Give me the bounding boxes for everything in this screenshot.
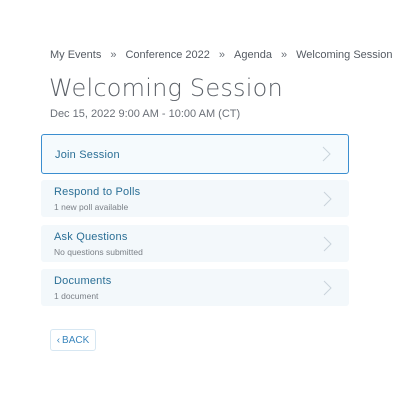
session-datetime: Dec 15, 2022 9:00 AM - 10:00 AM (CT) <box>50 108 241 120</box>
chevron-right-icon <box>323 236 332 251</box>
join-session-button[interactable]: Join Session <box>41 134 349 174</box>
chevron-right-icon <box>323 280 332 295</box>
back-label: BACK <box>62 334 90 346</box>
documents-count: 1 document <box>54 291 99 301</box>
ask-questions-label: Ask Questions <box>54 231 128 243</box>
breadcrumb-current: Welcoming Session <box>296 49 393 61</box>
breadcrumb: My Events » Conference 2022 » Agenda » W… <box>50 49 392 61</box>
join-session-label: Join Session <box>55 149 120 161</box>
chevron-right-icon <box>323 191 332 206</box>
breadcrumb-conference[interactable]: Conference 2022 <box>125 49 209 61</box>
respond-to-polls-label: Respond to Polls <box>54 186 141 198</box>
breadcrumb-separator: » <box>280 49 288 61</box>
questions-status: No questions submitted <box>54 247 143 257</box>
breadcrumb-my-events[interactable]: My Events <box>50 49 101 61</box>
back-button[interactable]: ‹ BACK <box>50 329 96 351</box>
breadcrumb-agenda[interactable]: Agenda <box>234 49 272 61</box>
polls-status: 1 new poll available <box>54 202 129 212</box>
breadcrumb-separator: » <box>110 49 117 61</box>
documents-button[interactable]: Documents 1 document <box>41 269 349 306</box>
page-title: Welcoming Session <box>49 74 283 102</box>
respond-to-polls-button[interactable]: Respond to Polls 1 new poll available <box>41 180 349 217</box>
chevron-left-icon: ‹ <box>56 334 61 346</box>
breadcrumb-separator: » <box>218 49 226 61</box>
ask-questions-button[interactable]: Ask Questions No questions submitted <box>41 225 349 262</box>
chevron-right-icon <box>322 146 331 162</box>
documents-label: Documents <box>54 275 112 287</box>
